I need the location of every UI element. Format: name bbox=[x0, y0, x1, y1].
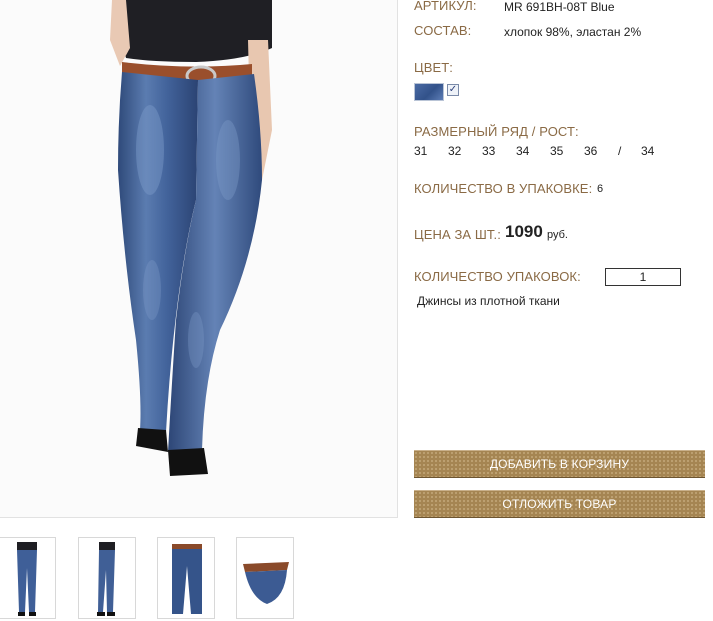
thumbnail-folded[interactable] bbox=[236, 537, 294, 619]
price-currency: руб. bbox=[547, 229, 568, 241]
article-value: MR 691BH-08T Blue bbox=[504, 0, 615, 14]
size-item: 33 bbox=[482, 144, 496, 158]
size-item: 35 bbox=[550, 144, 564, 158]
composition-value: хлопок 98%, эластан 2% bbox=[504, 25, 642, 39]
jeans-side-view-icon bbox=[97, 542, 115, 616]
packs-count-input[interactable] bbox=[605, 268, 681, 286]
size-item: 31 bbox=[414, 144, 428, 158]
product-description: Джинсы из плотной ткани bbox=[417, 294, 560, 308]
height-separator: / bbox=[618, 144, 622, 158]
composition-label: СОСТАВ: bbox=[414, 23, 472, 38]
pack-quantity-value: 6 bbox=[597, 183, 604, 195]
packs-count-label: КОЛИЧЕСТВО УПАКОВОК: bbox=[414, 269, 581, 284]
color-swatch-blue[interactable] bbox=[414, 83, 444, 101]
price-label: ЦЕНА ЗА ШТ.: bbox=[414, 227, 501, 242]
pack-quantity-label: КОЛИЧЕСТВО В УПАКОВКЕ: bbox=[414, 181, 593, 196]
size-item: 32 bbox=[448, 144, 462, 158]
save-item-button[interactable]: ОТЛОЖИТЬ ТОВАР bbox=[414, 490, 705, 518]
size-item: 36 bbox=[584, 144, 598, 158]
thumbnail-flat-lay[interactable] bbox=[157, 537, 215, 619]
height-item: 34 bbox=[641, 144, 655, 158]
jeans-folded-icon bbox=[243, 562, 289, 604]
jeans-model-illustration bbox=[110, 0, 272, 476]
add-to-cart-button[interactable]: ДОБАВИТЬ В КОРЗИНУ bbox=[414, 450, 705, 478]
thumbnail-front-view[interactable] bbox=[0, 537, 56, 619]
jeans-flat-lay-icon bbox=[172, 544, 202, 614]
jeans-front-view-icon bbox=[17, 542, 37, 616]
main-product-image[interactable] bbox=[0, 0, 398, 518]
thumbnail-side-view[interactable] bbox=[78, 537, 136, 619]
size-item: 34 bbox=[516, 144, 530, 158]
article-label: АРТИКУЛ: bbox=[414, 0, 477, 13]
size-range-label: РАЗМЕРНЫЙ РЯД / РОСТ: bbox=[414, 124, 579, 139]
price-value: 1090 bbox=[505, 222, 543, 241]
color-checkbox-checked-icon[interactable]: ✓ bbox=[447, 84, 459, 96]
color-label: ЦВЕТ: bbox=[414, 60, 454, 75]
